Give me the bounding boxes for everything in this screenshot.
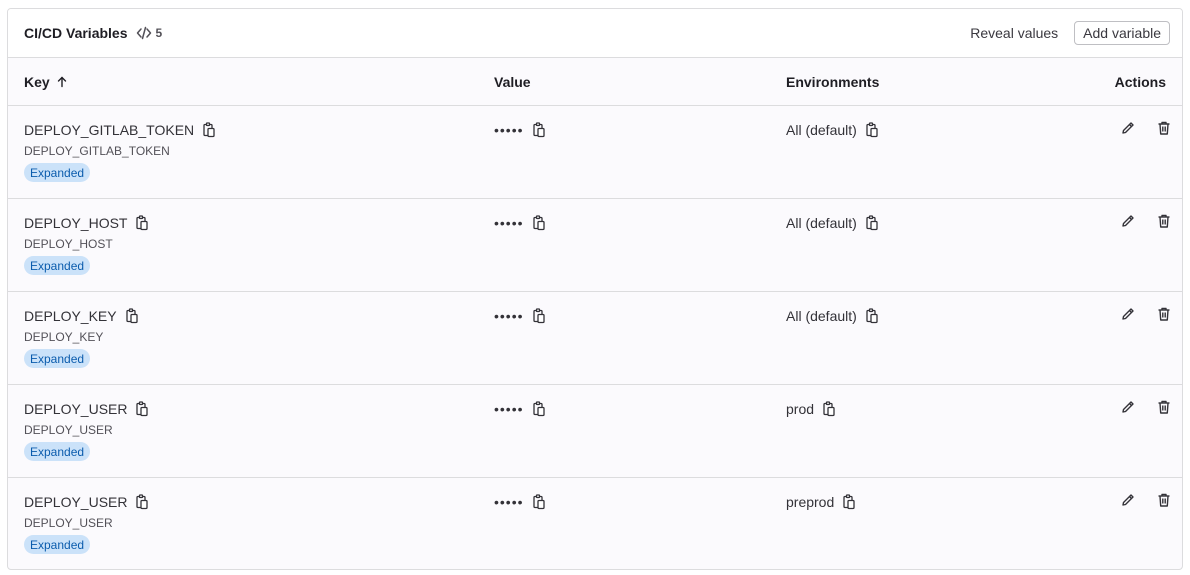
variable-count-value: 5 [155,26,163,40]
copy-icon[interactable] [135,401,149,417]
environment-scope: All (default) [786,308,857,324]
card-header: CI/CD Variables 5 Reveal values Add vari… [8,9,1182,58]
variable-description: DEPLOY_KEY [24,330,104,344]
code-icon [136,26,151,40]
row-actions [1120,399,1172,415]
environment-scope: prod [786,401,815,417]
trash-icon[interactable] [1156,306,1172,322]
value-cell: ••••• [494,308,546,324]
copy-icon[interactable] [532,122,546,138]
reveal-values-button[interactable]: Reveal values [970,21,1058,45]
masked-value: ••••• [494,308,524,324]
variable-description: DEPLOY_USER [24,423,113,437]
header-left: CI/CD Variables 5 [24,25,162,41]
copy-icon[interactable] [865,308,879,324]
expanded-badge: Expanded [24,163,91,182]
column-actions-header: Actions [1114,73,1166,90]
pencil-icon[interactable] [1120,306,1136,322]
variable-key: DEPLOY_USER [24,401,128,417]
key-cell: DEPLOY_USER [24,494,149,510]
environment-scope: All (default) [786,215,857,231]
value-cell: ••••• [494,401,546,417]
arrow-up-icon [57,76,66,87]
trash-icon[interactable] [1156,492,1172,508]
table-row: DEPLOY_KEY DEPLOY_KEY Expanded ••••• All… [8,292,1182,385]
column-key-label: Key [24,73,50,90]
copy-icon[interactable] [125,308,139,324]
environment-cell: All (default) [786,122,879,138]
table-body: DEPLOY_GITLAB_TOKEN DEPLOY_GITLAB_TOKEN … [8,106,1182,569]
pencil-icon[interactable] [1120,120,1136,136]
expanded-badge: Expanded [24,442,91,461]
trash-icon[interactable] [1156,399,1172,415]
variable-key: DEPLOY_GITLAB_TOKEN [24,122,195,138]
copy-icon[interactable] [532,494,546,510]
masked-value: ••••• [494,494,524,510]
row-actions [1120,492,1172,508]
pencil-icon[interactable] [1120,399,1136,415]
pencil-icon[interactable] [1120,213,1136,229]
copy-icon[interactable] [822,401,836,417]
copy-icon[interactable] [865,215,879,231]
masked-value: ••••• [494,215,524,231]
copy-icon[interactable] [532,308,546,324]
value-cell: ••••• [494,122,546,138]
card-title: CI/CD Variables [24,25,128,41]
copy-icon[interactable] [202,122,216,138]
row-actions [1120,306,1172,322]
row-actions [1120,120,1172,136]
add-variable-button[interactable]: Add variable [1074,21,1170,45]
environment-cell: All (default) [786,215,879,231]
header-actions: Reveal values Add variable [970,21,1170,45]
copy-icon[interactable] [135,215,149,231]
key-cell: DEPLOY_USER [24,401,149,417]
variable-count: 5 [136,25,163,41]
trash-icon[interactable] [1156,120,1172,136]
environment-cell: prod [786,401,836,417]
table-row: DEPLOY_HOST DEPLOY_HOST Expanded ••••• A… [8,199,1182,292]
copy-icon[interactable] [842,494,856,510]
table-header: Key Value Environments Actions [8,58,1182,106]
value-cell: ••••• [494,215,546,231]
variable-description: DEPLOY_HOST [24,237,113,251]
value-cell: ••••• [494,494,546,510]
key-cell: DEPLOY_GITLAB_TOKEN [24,122,216,138]
column-environments-header: Environments [786,73,880,90]
masked-value: ••••• [494,122,524,138]
variable-key: DEPLOY_HOST [24,215,128,231]
key-cell: DEPLOY_HOST [24,215,149,231]
table-row: DEPLOY_USER DEPLOY_USER Expanded ••••• p… [8,385,1182,478]
pencil-icon[interactable] [1120,492,1136,508]
expanded-badge: Expanded [24,256,91,275]
variable-description: DEPLOY_USER [24,516,113,530]
expanded-badge: Expanded [24,535,91,554]
trash-icon[interactable] [1156,213,1172,229]
table-row: DEPLOY_GITLAB_TOKEN DEPLOY_GITLAB_TOKEN … [8,106,1182,199]
table-row: DEPLOY_USER DEPLOY_USER Expanded ••••• p… [8,478,1182,569]
environment-cell: All (default) [786,308,879,324]
environment-scope: preprod [786,494,835,510]
column-key-header[interactable]: Key [24,74,68,90]
column-value-header: Value [494,73,531,90]
ci-cd-variables-card: CI/CD Variables 5 Reveal values Add vari… [7,8,1183,570]
expanded-badge: Expanded [24,349,91,368]
copy-icon[interactable] [532,215,546,231]
variable-description: DEPLOY_GITLAB_TOKEN [24,144,170,158]
copy-icon[interactable] [135,494,149,510]
row-actions [1120,213,1172,229]
key-cell: DEPLOY_KEY [24,308,139,324]
variable-key: DEPLOY_KEY [24,308,117,324]
copy-icon[interactable] [532,401,546,417]
variable-key: DEPLOY_USER [24,494,128,510]
environment-scope: All (default) [786,122,857,138]
masked-value: ••••• [494,401,524,417]
copy-icon[interactable] [865,122,879,138]
environment-cell: preprod [786,494,856,510]
